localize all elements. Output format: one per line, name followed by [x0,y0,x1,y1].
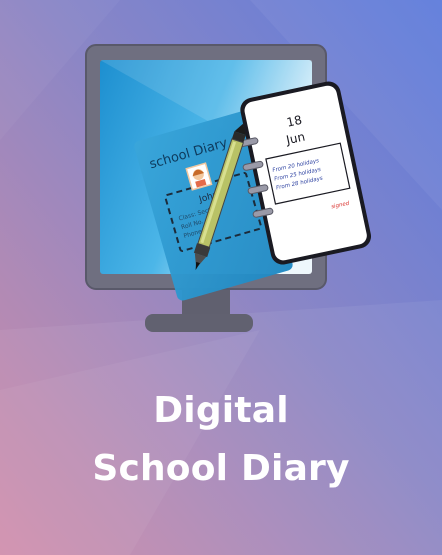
app-title-line-2: School Diary [92,448,350,489]
monitor-stand-base [145,314,253,332]
app-title-line-1: Digital [153,390,289,431]
